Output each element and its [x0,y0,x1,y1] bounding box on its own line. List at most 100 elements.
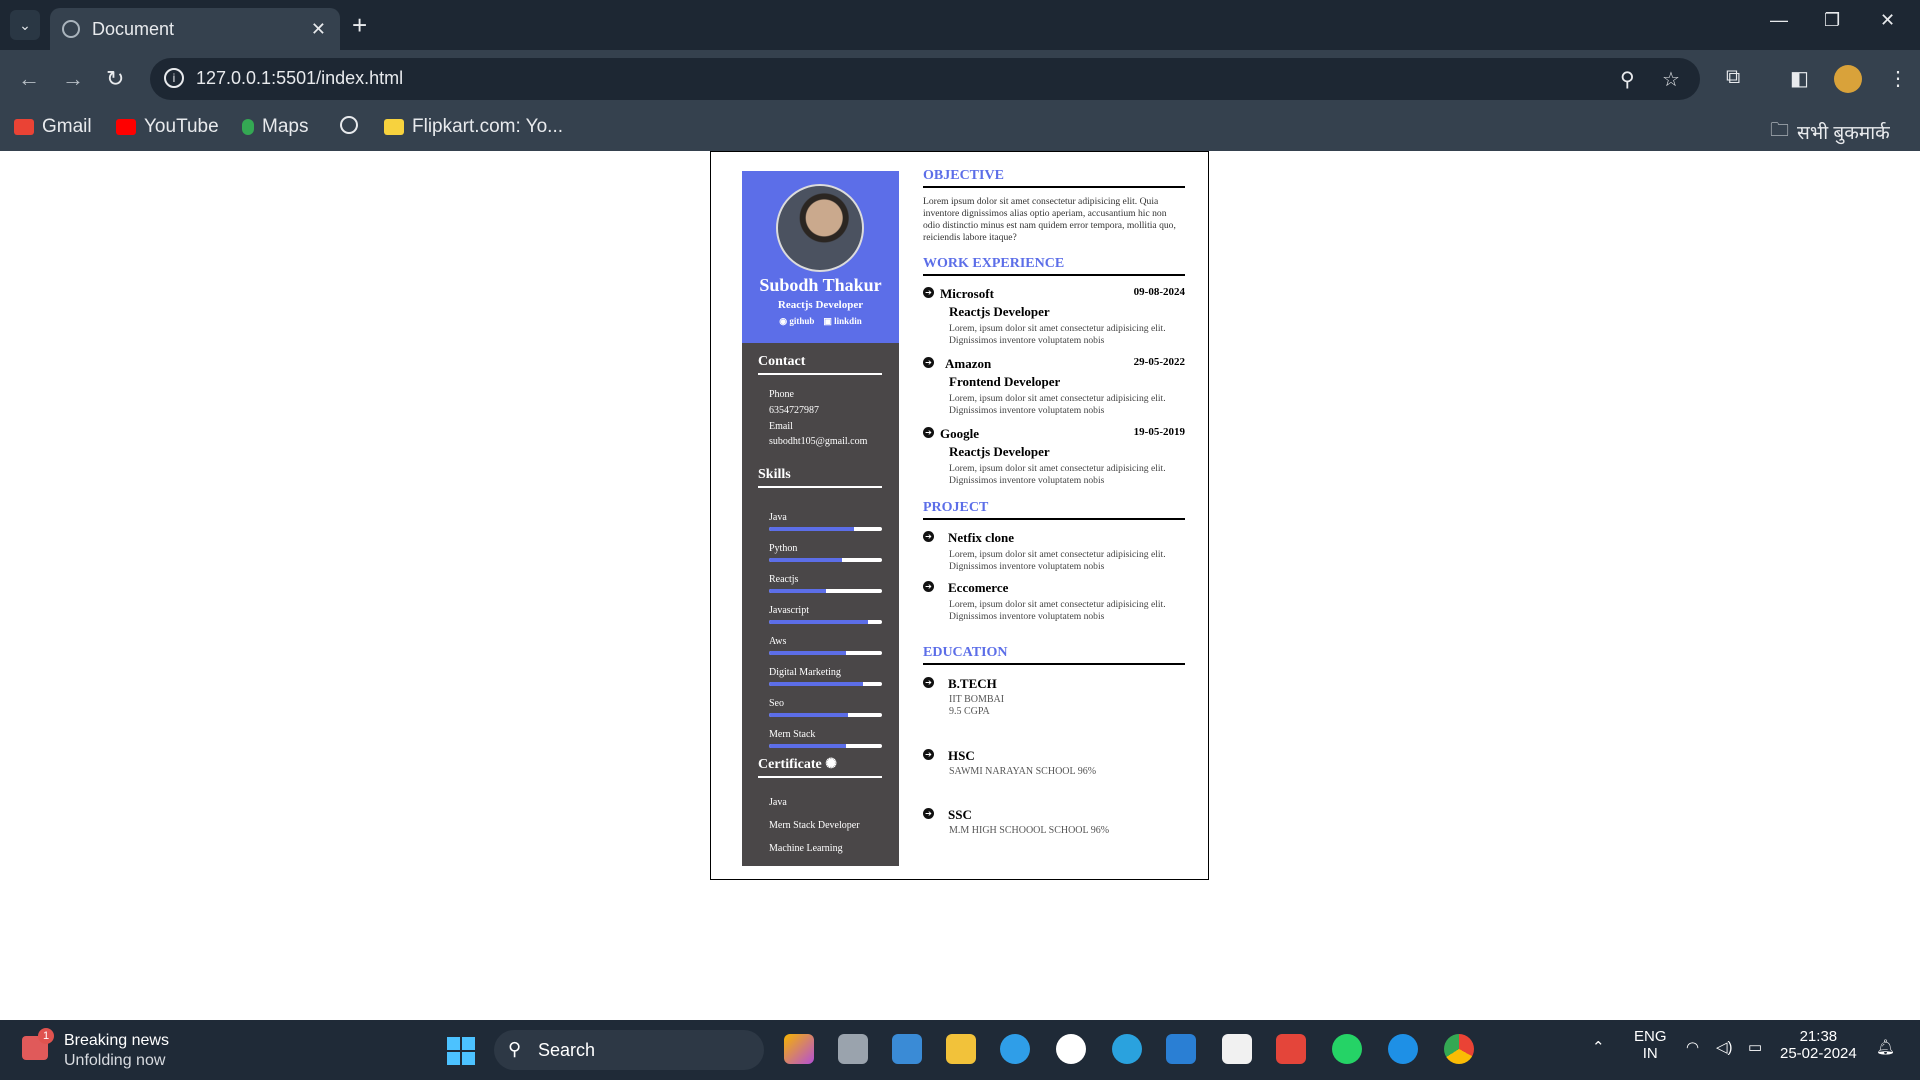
news-badge: 1 [38,1028,54,1044]
new-tab-button[interactable]: + [352,10,367,40]
maps-icon [242,119,254,135]
gmail-icon [14,119,34,135]
arrow-circle-icon: ➔ [923,581,934,592]
skill-level-fill [769,682,863,686]
back-button[interactable]: ← [18,66,40,92]
bookmark-star-icon[interactable]: ☆ [1662,67,1680,92]
phone-value: 6354727987 [769,405,819,416]
bookmark-youtube[interactable]: YouTube [116,116,219,138]
clock[interactable]: 21:38 25-02-2024 [1780,1028,1857,1062]
search-icon: ⚲ [508,1039,522,1059]
forward-button[interactable]: → [62,66,84,92]
skill-level-bar [769,558,882,562]
close-window-button[interactable]: ✕ [1880,10,1895,31]
active-tab[interactable]: Document ✕ [50,8,340,50]
browser-tab-strip: ⌄ Document ✕ + — ❐ ✕ [0,0,1920,50]
arrow-circle-icon: ➔ [923,808,934,819]
globe-icon [62,20,80,38]
skill-name: Aws [769,636,787,647]
language-indicator[interactable]: ENG IN [1634,1028,1667,1062]
globe-icon [340,116,358,134]
file-explorer-icon[interactable] [946,1034,976,1064]
menu-kebab-icon[interactable]: ⋮ [1888,66,1908,91]
job-description: Lorem, ipsum dolor sit amet consectetur … [949,323,1166,346]
company-name: Amazon [945,356,992,371]
education-detail: IIT BOMBAI [949,694,1005,705]
side-panel-icon[interactable]: ◧ [1790,66,1809,91]
degree-name: SSC [948,807,972,822]
skill-name: Java [769,512,787,523]
work-title: WORK EXPERIENCE [923,256,1185,276]
onedrive-icon[interactable] [1388,1034,1418,1064]
site-info-icon[interactable]: i [164,68,184,88]
notepad-icon[interactable] [1222,1034,1252,1064]
project-description: Lorem, ipsum dolor sit amet consectetur … [949,549,1166,572]
skill-name: Reactjs [769,574,799,585]
bookmark-maps[interactable]: Maps [242,116,308,138]
skill-level-bar [769,620,882,624]
task-view-icon[interactable] [838,1034,868,1064]
arrow-circle-icon: ➔ [923,427,934,438]
job-date: 29-05-2022 [1133,356,1185,368]
github-link[interactable]: ◉ github [779,316,814,326]
chevron-up-icon[interactable]: ⌃ [1592,1038,1605,1056]
chevron-down-icon: ⌄ [19,16,31,33]
battery-icon[interactable]: ▭ [1748,1038,1762,1056]
vscode-icon[interactable] [1166,1034,1196,1064]
profile-avatar[interactable] [1834,65,1862,93]
all-bookmarks[interactable]: 🗀 सभी बुकमार्क [1770,116,1890,148]
volume-icon[interactable]: ◁) [1716,1038,1733,1056]
url-text[interactable]: 127.0.0.1:5501/index.html [196,68,403,89]
extensions-icon[interactable]: ⧉ [1726,66,1740,89]
start-button[interactable] [447,1037,475,1065]
profile-header: Subodh Thakur Reactjs Developer ◉ github… [742,171,899,343]
degree-name: HSC [948,748,975,763]
restore-button[interactable]: ❐ [1824,10,1840,31]
skill-level-bar [769,527,882,531]
tumblr-icon[interactable] [892,1034,922,1064]
job-description: Lorem, ipsum dolor sit amet consectetur … [949,393,1166,416]
reload-button[interactable]: ↻ [106,66,124,92]
arrow-circle-icon: ➔ [923,287,934,298]
company-name: Microsoft [940,286,994,301]
folder-icon: 🗀 [1770,120,1790,141]
tab-search-button[interactable]: ⌄ [10,10,40,40]
social-links: ◉ github ▣ linkdin [742,316,899,327]
certificate-title: Certificate ✺ [758,756,882,778]
bookmark-gmail[interactable]: Gmail [14,116,92,138]
job-description: Lorem, ipsum dolor sit amet consectetur … [949,463,1166,486]
skill-level-fill [769,713,849,717]
company-name: Google [940,426,979,441]
certificate-item: Mern Stack Developer [769,820,860,831]
profile-photo [776,184,864,272]
minimize-button[interactable]: — [1770,10,1788,31]
telegram-icon[interactable] [1112,1034,1142,1064]
skill-level-bar [769,651,882,655]
notification-bell-icon[interactable]: 🔔︎ [1876,1038,1895,1056]
taskbar-search[interactable]: ⚲ Search [494,1030,764,1070]
bookmark-flipkart[interactable]: Flipkart.com: Yo... [384,116,563,138]
skill-level-fill [769,744,846,748]
wifi-icon[interactable]: ◠ [1686,1038,1699,1056]
objective-title: OBJECTIVE [923,168,1185,188]
skill-name: Mern Stack [769,729,816,740]
bookmark-globe[interactable] [340,116,358,134]
zoom-icon[interactable]: ⚲ [1620,67,1635,92]
skill-level-bar [769,713,882,717]
certificate-badge-icon: ✺ [825,757,837,772]
google-icon[interactable] [1056,1034,1086,1064]
chrome-icon[interactable] [1444,1034,1474,1064]
skill-level-bar [769,744,882,748]
whatsapp-icon[interactable] [1332,1034,1362,1064]
edge-icon[interactable] [1000,1034,1030,1064]
tab-close-icon[interactable]: ✕ [311,19,326,40]
project-name: Netfix clone [948,530,1015,545]
linkedin-link[interactable]: ▣ linkdin [823,316,861,326]
gmail-app-icon[interactable] [1276,1034,1306,1064]
project-title: PROJECT [923,500,1185,520]
education-detail: SAWMI NARAYAN SCHOOL 96% [949,766,1097,777]
address-bar[interactable]: i 127.0.0.1:5501/index.html ⚲ ☆ [150,58,1700,100]
browser-toolbar: ← → ↻ i 127.0.0.1:5501/index.html ⚲ ☆ ⧉ … [0,50,1920,108]
copilot-icon[interactable] [784,1034,814,1064]
arrow-circle-icon: ➔ [923,749,934,760]
